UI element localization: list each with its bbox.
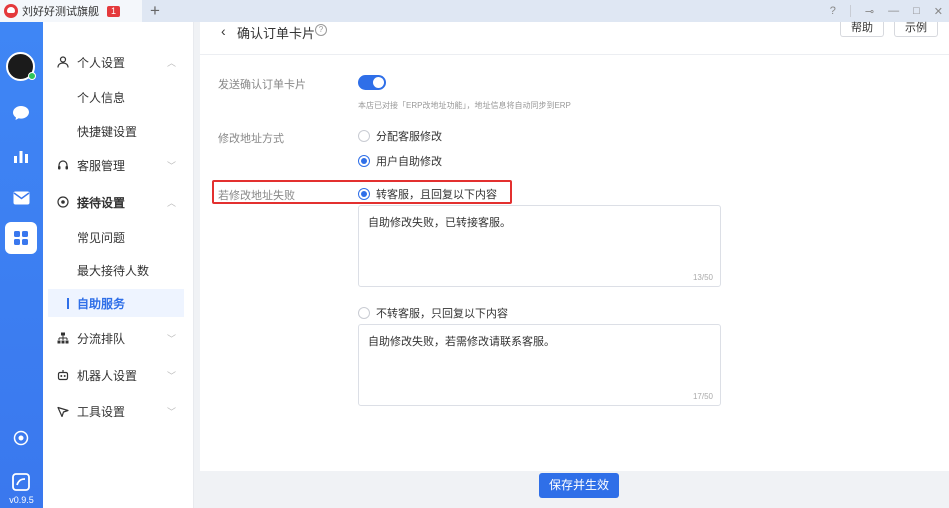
- menu-personal-info[interactable]: 个人信息: [43, 83, 194, 111]
- shop-logo-icon: [4, 4, 18, 18]
- no-transfer-reply-textarea[interactable]: 自助修改失败，若需修改请联系客服。 17/50: [358, 324, 721, 406]
- main-content: ‹ 确认订单卡片 ? 帮助 示例 发送确认订单卡片 本店已对接「ERP改地址功能…: [200, 22, 949, 471]
- char-count: 13/50: [692, 273, 713, 282]
- char-count: 17/50: [692, 392, 713, 401]
- app-logo-icon: [10, 471, 32, 493]
- chevron-down-icon: ﹀: [167, 160, 177, 171]
- menu-max-reception[interactable]: 最大接待人数: [43, 256, 194, 284]
- online-status-dot: [28, 72, 36, 80]
- minimize-button[interactable]: —: [888, 5, 899, 17]
- menu-service-management[interactable]: 客服管理 ﹀: [43, 151, 194, 179]
- erp-hint: 本店已对接「ERP改地址功能」，地址信息将自动同步到ERP: [358, 101, 571, 110]
- version-label: v0.9.5: [9, 495, 34, 505]
- chevron-down-icon: ﹀: [167, 333, 177, 344]
- settings-icon[interactable]: [10, 427, 32, 449]
- radio-circle: [358, 188, 370, 200]
- menu-label: 工具设置: [77, 404, 126, 419]
- textarea-value: 自助修改失败，已转接客服。: [368, 217, 511, 229]
- close-button[interactable]: ✕: [934, 5, 943, 18]
- stats-icon[interactable]: [10, 145, 32, 167]
- send-card-label: 发送确认订单卡片: [218, 79, 306, 91]
- headset-icon: [56, 158, 70, 172]
- settings-menu: 个人设置 ︿ 个人信息 快捷键设置 客服管理 ﹀ 接待设置 ︿ 常见问题 最大接…: [43, 22, 194, 508]
- back-arrow-icon[interactable]: ‹: [221, 23, 226, 39]
- apps-grid-icon[interactable]: [5, 222, 37, 254]
- menu-label: 个人信息: [77, 90, 126, 105]
- maximize-button[interactable]: □: [913, 5, 920, 17]
- menu-robot-settings[interactable]: 机器人设置 ﹀: [43, 361, 194, 389]
- radio-label: 用户自助修改: [376, 156, 442, 168]
- menu-label: 快捷键设置: [77, 124, 138, 139]
- window-controls: ? ⊸ — □ ✕: [830, 0, 949, 22]
- notification-badge: 1: [107, 5, 121, 17]
- page-header: ‹ 确认订单卡片 ? 帮助 示例: [200, 22, 949, 55]
- title-bar: 刘好好测试旗舰 1 + ? ⊸ — □ ✕: [0, 0, 949, 22]
- menu-label: 机器人设置: [77, 368, 138, 383]
- menu-label: 最大接待人数: [77, 263, 150, 278]
- mail-icon[interactable]: [10, 187, 32, 209]
- menu-tool-settings[interactable]: 工具设置 ﹀: [43, 397, 194, 425]
- user-icon: [56, 55, 70, 69]
- modify-method-label: 修改地址方式: [218, 133, 284, 145]
- menu-shortcut-settings[interactable]: 快捷键设置: [43, 117, 194, 145]
- radio-transfer-service[interactable]: 转客服，且回复以下内容: [358, 186, 497, 202]
- chevron-up-icon: ︿: [167, 197, 177, 208]
- radio-circle: [358, 130, 370, 142]
- shop-tab[interactable]: 刘好好测试旗舰 1: [0, 0, 142, 22]
- help-button[interactable]: 帮助: [840, 22, 884, 37]
- radio-self-modify[interactable]: 用户自助修改: [358, 153, 442, 169]
- question-icon[interactable]: ?: [315, 24, 327, 36]
- menu-faq[interactable]: 常见问题: [43, 223, 194, 251]
- menu-reception-settings[interactable]: 接待设置 ︿: [43, 188, 194, 216]
- help-circle-icon[interactable]: ?: [830, 5, 836, 17]
- example-button[interactable]: 示例: [894, 22, 938, 37]
- radio-label: 不转客服，只回复以下内容: [376, 308, 508, 320]
- app-rail: v0.9.5: [0, 22, 43, 508]
- textarea-value: 自助修改失败，若需修改请联系客服。: [368, 336, 555, 348]
- robot-icon: [56, 368, 70, 382]
- save-apply-button[interactable]: 保存并生效: [539, 473, 619, 498]
- pin-icon[interactable]: ⊸: [865, 5, 874, 18]
- active-indicator: [67, 298, 69, 309]
- page-title: 确认订单卡片: [237, 26, 316, 41]
- fail-label: 若修改地址失败: [218, 190, 295, 202]
- menu-personal-settings[interactable]: 个人设置 ︿: [43, 48, 194, 76]
- menu-label: 分流排队: [77, 331, 126, 346]
- radio-label: 分配客服修改: [376, 131, 442, 143]
- reception-icon: [56, 195, 70, 209]
- send-card-toggle[interactable]: [358, 75, 386, 90]
- footer-bar: 保存并生效: [194, 471, 949, 508]
- chevron-down-icon: ﹀: [167, 370, 177, 381]
- chevron-up-icon: ︿: [167, 57, 177, 68]
- menu-label: 常见问题: [77, 230, 126, 245]
- org-chart-icon: [56, 331, 70, 345]
- shop-tab-title: 刘好好测试旗舰: [22, 6, 99, 18]
- radio-label: 转客服，且回复以下内容: [376, 189, 497, 201]
- add-tab-button[interactable]: +: [150, 1, 160, 21]
- menu-label: 个人设置: [77, 55, 126, 70]
- menu-label: 接待设置: [77, 195, 126, 210]
- menu-self-service[interactable]: 自助服务: [48, 289, 184, 317]
- tool-icon: [56, 404, 70, 418]
- chevron-down-icon: ﹀: [167, 406, 177, 417]
- divider: [849, 5, 851, 17]
- radio-circle: [358, 307, 370, 319]
- menu-routing-queue[interactable]: 分流排队 ﹀: [43, 324, 194, 352]
- chat-icon[interactable]: [10, 102, 32, 124]
- radio-circle: [358, 155, 370, 167]
- radio-no-transfer[interactable]: 不转客服，只回复以下内容: [358, 305, 508, 321]
- menu-label: 自助服务: [77, 296, 126, 311]
- menu-label: 客服管理: [77, 158, 126, 173]
- transfer-reply-textarea[interactable]: 自助修改失败，已转接客服。 13/50: [358, 205, 721, 287]
- radio-assign-service[interactable]: 分配客服修改: [358, 128, 442, 144]
